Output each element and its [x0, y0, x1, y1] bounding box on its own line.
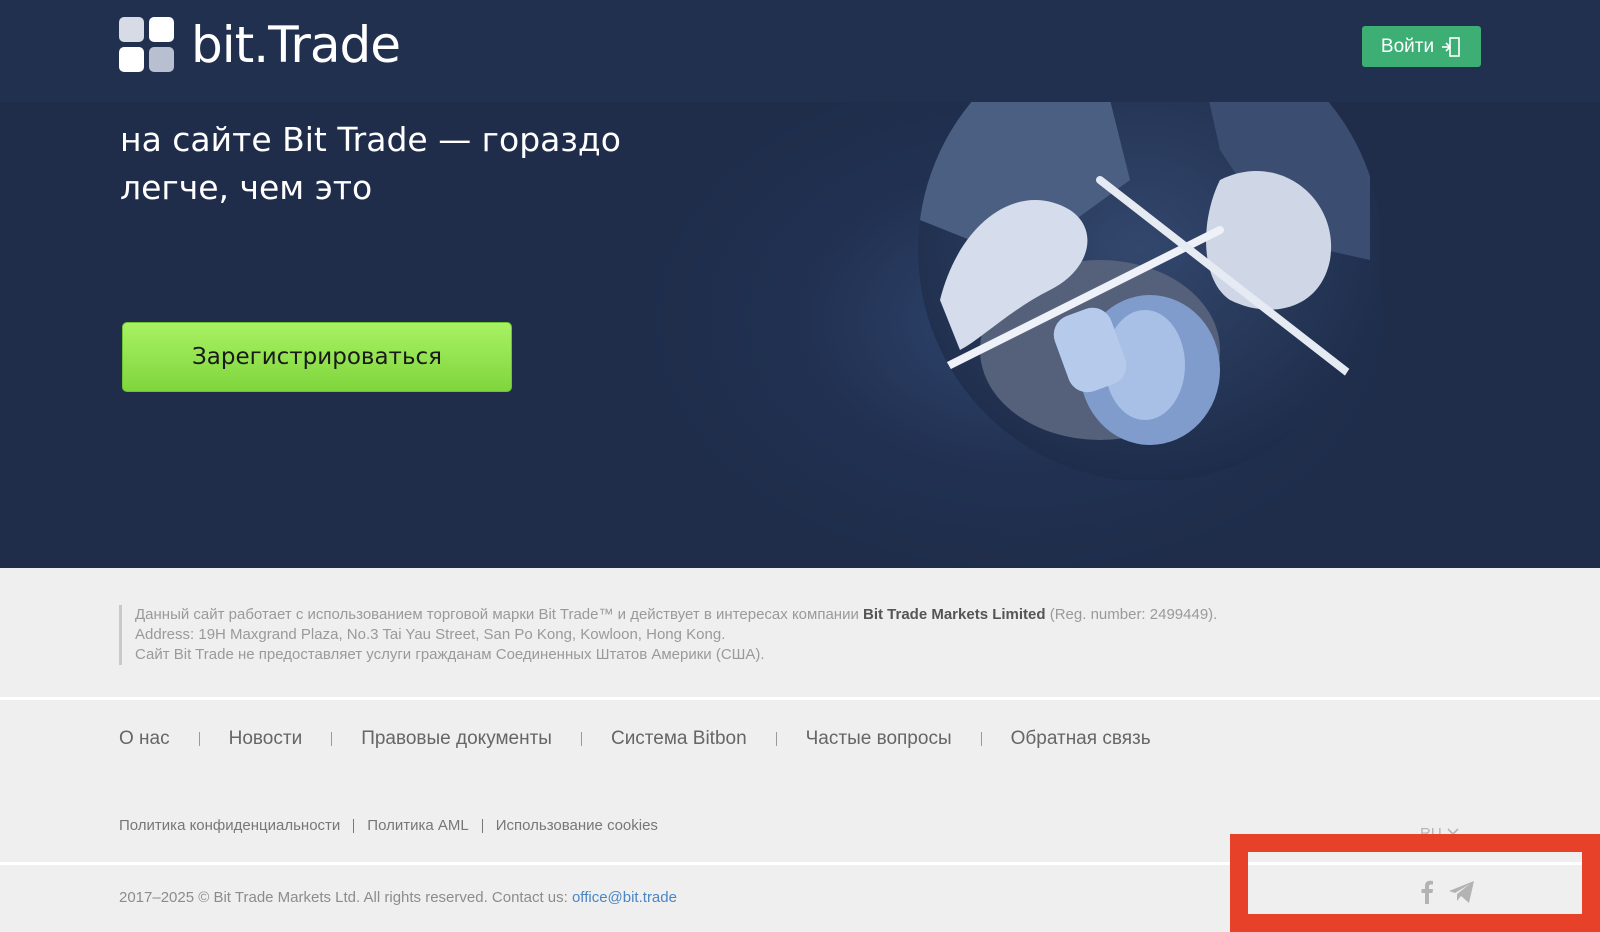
legal-links: Политика конфиденциальности Политика AML… [119, 817, 658, 834]
copyright-text: 2017–2025 © Bit Trade Markets Ltd. All r… [119, 889, 572, 906]
nav-divider [980, 732, 982, 746]
contact-email-link[interactable]: office@bit.trade [572, 889, 677, 906]
footer-nav-bitbon[interactable]: Система Bitbon [611, 728, 747, 750]
nav-divider [331, 732, 333, 746]
disclaimer-line-3: Сайт Bit Trade не предоставляет услуги г… [135, 646, 765, 663]
login-label: Войти [1380, 35, 1435, 57]
aml-policy-link[interactable]: Политика AML [367, 817, 468, 834]
hero-headline: на сайте Bit Trade — гораздо легче, чем … [120, 120, 621, 207]
disclaimer-line-2: Address: 19H Maxgrand Plaza, No.3 Tai Ya… [135, 626, 726, 643]
brand-name: bit.Trade [191, 16, 401, 74]
privacy-policy-link[interactable]: Политика конфиденциальности [119, 817, 340, 834]
disclaimer-line-1-post: (Reg. number: 2499449). [1045, 606, 1218, 623]
footer-nav-faq[interactable]: Частые вопросы [806, 728, 952, 750]
site-header: bit.Trade Войти [0, 0, 1600, 102]
footer-nav-legal-docs[interactable]: Правовые документы [361, 728, 552, 750]
login-button[interactable]: Войти [1362, 26, 1481, 67]
register-button[interactable]: Зарегистрироваться [122, 322, 512, 392]
logo-mark-icon [119, 17, 175, 73]
cookies-link[interactable]: Использование cookies [496, 817, 658, 834]
footer-nav-feedback[interactable]: Обратная связь [1011, 728, 1151, 750]
legal-divider [481, 818, 483, 833]
footer-nav-news[interactable]: Новости [229, 728, 303, 750]
brand-logo[interactable]: bit.Trade [119, 16, 401, 74]
disclaimer-line-1: Данный сайт работает с использованием то… [135, 605, 1319, 625]
legal-disclaimer: Данный сайт работает с использованием то… [119, 605, 1319, 665]
login-door-icon [1442, 36, 1460, 57]
legal-divider [353, 818, 355, 833]
footer-nav: О нас Новости Правовые документы Система… [119, 728, 1151, 750]
footer-nav-about[interactable]: О нас [119, 728, 170, 750]
footer-divider-top [0, 697, 1600, 700]
company-name: Bit Trade Markets Limited [863, 606, 1046, 623]
nav-divider [198, 732, 200, 746]
copyright: 2017–2025 © Bit Trade Markets Ltd. All r… [119, 889, 677, 906]
disclaimer-line-1-pre: Данный сайт работает с использованием то… [135, 606, 863, 623]
highlight-box [1230, 834, 1600, 932]
nav-divider [580, 732, 582, 746]
nav-divider [775, 732, 777, 746]
knitting-hands-image [918, 60, 1380, 480]
